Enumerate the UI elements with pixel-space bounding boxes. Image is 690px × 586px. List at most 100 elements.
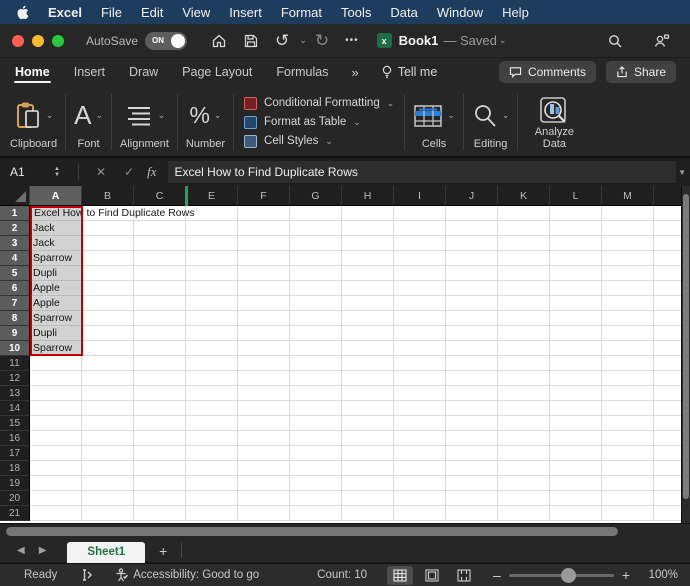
cell-B9[interactable] [82,326,134,341]
cell-G16[interactable] [290,431,342,446]
cell-K9[interactable] [498,326,550,341]
cell-F11[interactable] [238,356,290,371]
cell-C9[interactable] [134,326,186,341]
cell-M3[interactable] [602,236,654,251]
cell-M18[interactable] [602,461,654,476]
vertical-scrollbar-thumb[interactable] [683,194,689,499]
menu-item-insert[interactable]: Insert [229,5,262,20]
row-header-12[interactable]: 12 [0,371,30,386]
more-commands-icon[interactable]: ••• [345,35,359,46]
menu-item-view[interactable]: View [182,5,210,20]
cell-L7[interactable] [550,296,602,311]
cell-K8[interactable] [498,311,550,326]
cell-G15[interactable] [290,416,342,431]
cell-partial-10[interactable] [654,341,681,356]
cell-I13[interactable] [394,386,446,401]
cell-A11[interactable] [30,356,82,371]
cell-K14[interactable] [498,401,550,416]
conditional-formatting-button[interactable]: Conditional Formatting ⌄ [244,97,394,110]
comments-button[interactable]: Comments [499,61,596,83]
cell-F9[interactable] [238,326,290,341]
row-header-17[interactable]: 17 [0,446,30,461]
cell-K11[interactable] [498,356,550,371]
cell-K7[interactable] [498,296,550,311]
cell-I1[interactable] [394,206,446,221]
cell-B15[interactable] [82,416,134,431]
cell-E8[interactable] [186,311,238,326]
cell-A18[interactable] [30,461,82,476]
cell-J8[interactable] [446,311,498,326]
cell-J21[interactable] [446,506,498,521]
cell-J5[interactable] [446,266,498,281]
cells-group[interactable]: ⌄ Cells [405,90,463,154]
cell-E10[interactable] [186,341,238,356]
undo-icon[interactable]: ↺ [275,31,289,51]
cell-K13[interactable] [498,386,550,401]
cell-G3[interactable] [290,236,342,251]
cell-E3[interactable] [186,236,238,251]
cell-F2[interactable] [238,221,290,236]
cell-E2[interactable] [186,221,238,236]
cell-H7[interactable] [342,296,394,311]
search-icon[interactable] [607,33,623,49]
cell-M11[interactable] [602,356,654,371]
cell-C5[interactable] [134,266,186,281]
row-header-9[interactable]: 9 [0,326,30,341]
cell-G4[interactable] [290,251,342,266]
cell-C19[interactable] [134,476,186,491]
cell-F18[interactable] [238,461,290,476]
cell-H21[interactable] [342,506,394,521]
cell-M12[interactable] [602,371,654,386]
cell-L14[interactable] [550,401,602,416]
cell-I5[interactable] [394,266,446,281]
cell-M15[interactable] [602,416,654,431]
font-group[interactable]: A ⌄ Font [66,90,111,154]
cell-I3[interactable] [394,236,446,251]
cell-E20[interactable] [186,491,238,506]
minimize-window-button[interactable] [32,35,44,47]
horizontal-scrollbar-thumb[interactable] [6,527,618,536]
cell-B13[interactable] [82,386,134,401]
cell-F14[interactable] [238,401,290,416]
cell-J4[interactable] [446,251,498,266]
cell-I6[interactable] [394,281,446,296]
row-header-6[interactable]: 6 [0,281,30,296]
cell-M6[interactable] [602,281,654,296]
cell-H18[interactable] [342,461,394,476]
cell-C12[interactable] [134,371,186,386]
cell-K16[interactable] [498,431,550,446]
clipboard-group[interactable]: ⌄ Clipboard [2,90,65,154]
close-window-button[interactable] [12,35,24,47]
cell-E7[interactable] [186,296,238,311]
cell-M1[interactable] [602,206,654,221]
row-header-7[interactable]: 7 [0,296,30,311]
cell-H12[interactable] [342,371,394,386]
analyze-data-group[interactable]: Analyze Data [518,90,590,154]
cell-E21[interactable] [186,506,238,521]
cell-G6[interactable] [290,281,342,296]
cell-L16[interactable] [550,431,602,446]
cell-F19[interactable] [238,476,290,491]
add-sheet-button[interactable]: + [159,543,167,559]
cell-styles-button[interactable]: Cell Styles ⌄ [244,135,394,148]
tab-draw[interactable]: Draw [128,60,159,84]
menu-item-data[interactable]: Data [390,5,417,20]
cell-I15[interactable] [394,416,446,431]
cell-A9[interactable]: Dupli [30,326,82,341]
cell-K18[interactable] [498,461,550,476]
share-profile-icon[interactable] [653,33,670,49]
cell-L5[interactable] [550,266,602,281]
cell-H1[interactable] [342,206,394,221]
formula-input[interactable]: Excel How to Find Duplicate Rows [168,161,676,183]
cell-C8[interactable] [134,311,186,326]
cell-K19[interactable] [498,476,550,491]
cell-G14[interactable] [290,401,342,416]
cell-M13[interactable] [602,386,654,401]
editing-group[interactable]: ⌄ Editing [464,90,518,154]
cell-L4[interactable] [550,251,602,266]
cell-J16[interactable] [446,431,498,446]
cell-partial-13[interactable] [654,386,681,401]
cell-B20[interactable] [82,491,134,506]
cell-G9[interactable] [290,326,342,341]
tab-home[interactable]: Home [14,60,51,84]
